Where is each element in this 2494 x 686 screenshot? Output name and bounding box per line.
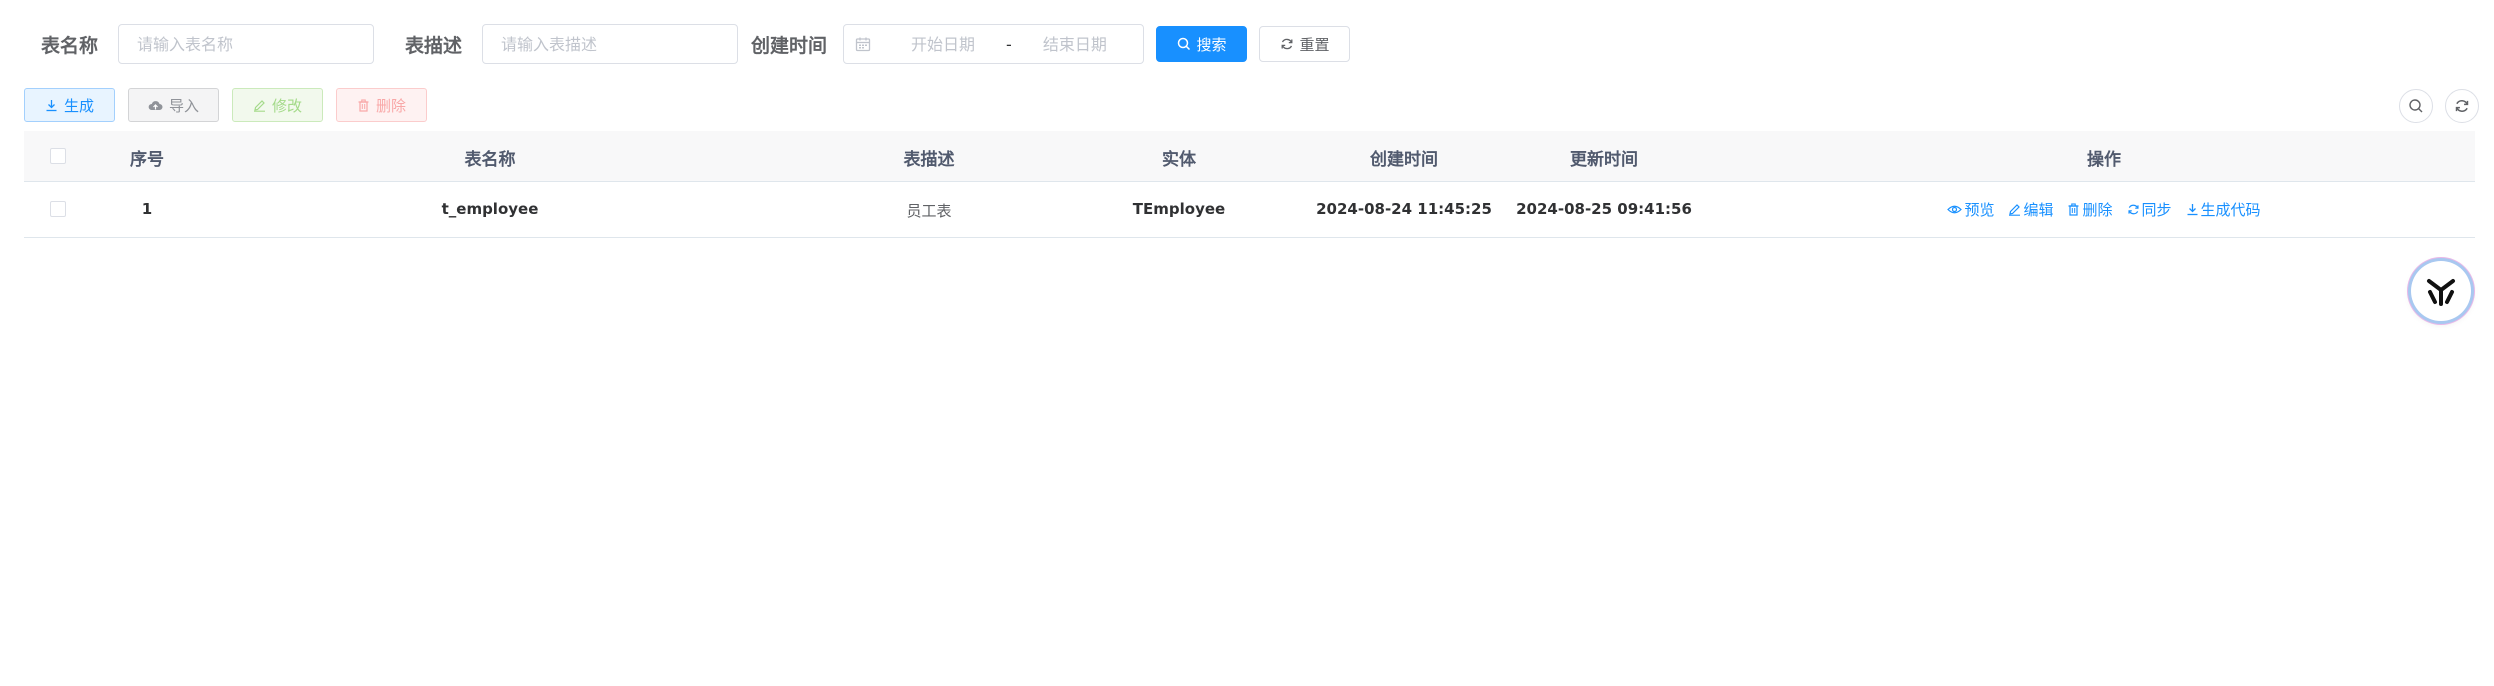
select-all-checkbox[interactable]: [50, 148, 66, 164]
row-checkbox[interactable]: [50, 201, 66, 217]
download-icon: [46, 99, 57, 111]
toolbar: 生成 导入 修改 删除: [24, 88, 427, 122]
cell-table-desc: 员工表: [906, 202, 952, 220]
table: 序号 表名称 表描述 实体 创建时间 更新时间 操作 1 t_employee …: [24, 131, 2475, 238]
date-range-picker[interactable]: -: [843, 24, 1145, 64]
edit-icon: [2009, 204, 2021, 216]
end-date-input[interactable]: [1019, 34, 1130, 54]
floating-assistant-button[interactable]: [2411, 261, 2471, 321]
table-row: 1 t_employee 员工表 TEmployee 2024-08-24 11…: [24, 182, 2475, 238]
cell-entity: TEmployee: [1132, 200, 1226, 218]
delete-icon: [2068, 203, 2079, 216]
delete-button[interactable]: 删除: [336, 88, 427, 122]
preview-link-label: 预览: [1964, 201, 1995, 219]
row-actions: 预览 编辑 删除 同步 生成代码: [1804, 199, 2404, 220]
header-table-desc: 表描述: [903, 150, 955, 170]
search-icon: [1177, 37, 1190, 51]
header-entity: 实体: [1162, 150, 1196, 170]
toggle-search-button[interactable]: [2399, 89, 2433, 123]
generate-code-link[interactable]: 生成代码: [2186, 199, 2261, 220]
cell-table-name: t_employee: [441, 200, 539, 218]
generate-code-link-label: 生成代码: [2200, 201, 2261, 219]
import-button-label: 导入: [168, 96, 199, 115]
delete-link-label: 删除: [2082, 201, 2113, 219]
sync-link[interactable]: 同步: [2127, 199, 2172, 220]
reset-button-label: 重置: [1299, 35, 1330, 54]
generate-button-label: 生成: [63, 96, 94, 115]
search-icon: [2409, 99, 2423, 113]
delete-link[interactable]: 删除: [2067, 199, 2113, 220]
modify-button-label: 修改: [271, 96, 302, 115]
modify-button[interactable]: 修改: [232, 88, 323, 122]
delete-button-label: 删除: [375, 96, 406, 115]
date-range-separator: -: [1006, 34, 1012, 54]
header-index: 序号: [130, 150, 164, 170]
edit-icon: [253, 99, 265, 112]
table-name-input[interactable]: [118, 24, 375, 64]
eye-icon: [1947, 205, 1963, 214]
cell-index: 1: [141, 200, 153, 218]
search-button[interactable]: 搜索: [1156, 26, 1248, 62]
start-date-input[interactable]: [888, 34, 999, 54]
refresh-icon: [2455, 100, 2469, 112]
cell-create-time: 2024-08-24 11:45:25: [1316, 200, 1492, 218]
search-button-label: 搜索: [1196, 35, 1227, 54]
cloud-upload-icon: [148, 100, 163, 110]
table-desc-label: 表描述: [405, 34, 463, 57]
sync-link-label: 同步: [2141, 201, 2172, 219]
import-button[interactable]: 导入: [128, 88, 219, 122]
header-update-time: 更新时间: [1570, 150, 1638, 170]
search-form: 表名称 表描述 创建时间 - 搜索 重置: [41, 24, 1351, 64]
refresh-icon: [1281, 38, 1292, 50]
table-desc-input[interactable]: [482, 24, 739, 64]
header-create-time: 创建时间: [1370, 150, 1438, 170]
delete-icon: [358, 98, 369, 112]
generate-button[interactable]: 生成: [24, 88, 115, 122]
cell-update-time: 2024-08-25 09:41:56: [1516, 200, 1692, 218]
assistant-logo-icon: [2427, 279, 2455, 306]
reset-button[interactable]: 重置: [1259, 26, 1351, 62]
edit-link[interactable]: 编辑: [2008, 199, 2053, 220]
refresh-table-button[interactable]: [2445, 89, 2479, 123]
create-time-label: 创建时间: [751, 34, 828, 57]
edit-link-label: 编辑: [2023, 201, 2054, 219]
calendar-icon: [854, 35, 872, 53]
header-actions: 操作: [2087, 150, 2121, 170]
refresh-icon: [2127, 204, 2139, 215]
table-header: 序号 表名称 表描述 实体 创建时间 更新时间 操作: [24, 131, 2475, 182]
preview-link[interactable]: 预览: [1947, 199, 1994, 220]
download-icon: [2187, 204, 2198, 216]
table-name-label: 表名称: [41, 34, 99, 57]
header-table-name: 表名称: [464, 150, 516, 170]
